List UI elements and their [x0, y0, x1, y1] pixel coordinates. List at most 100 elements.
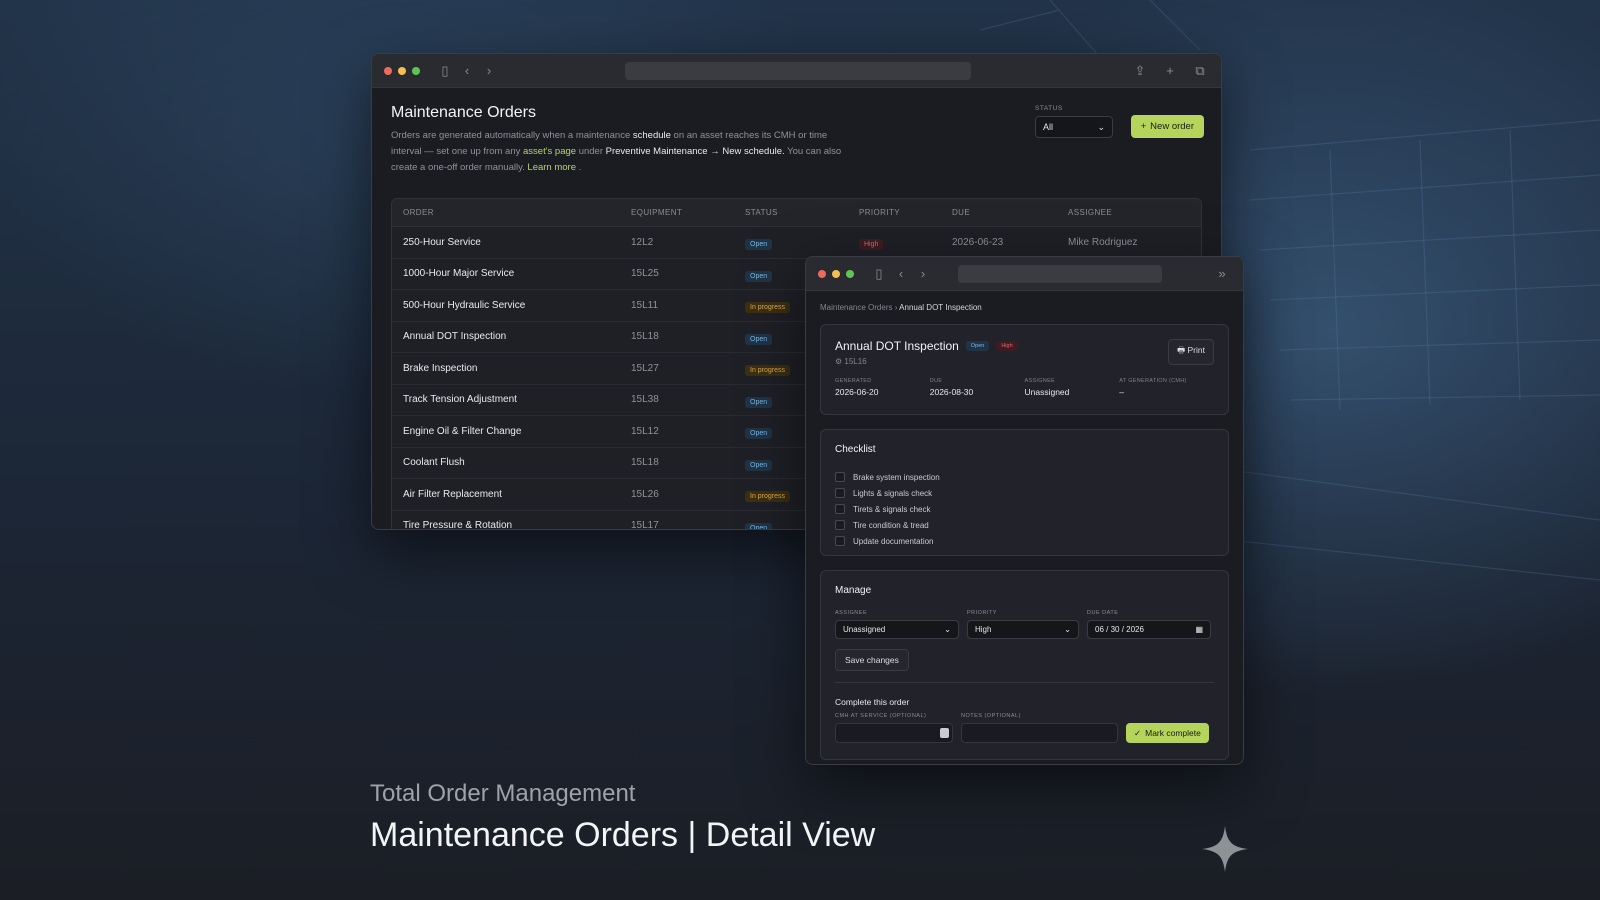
priority-badge: High	[996, 341, 1018, 351]
equipment-cell: 15L38	[631, 394, 659, 406]
plus-icon: +	[1140, 121, 1147, 132]
close-window-button[interactable]	[818, 269, 826, 278]
close-window-button[interactable]	[384, 66, 392, 75]
gear-icon: ⚙	[835, 357, 845, 366]
order-cell: 500-Hour Hydraulic Service	[403, 299, 526, 311]
new-tab-icon[interactable]: +	[1159, 63, 1181, 79]
maximize-window-button[interactable]	[412, 66, 420, 75]
detail-title: Annual DOT Inspection	[835, 339, 959, 353]
breadcrumb: Maintenance Orders › Annual DOT Inspecti…	[820, 303, 1229, 312]
order-cell: 250-Hour Service	[403, 236, 481, 248]
status-badge: In progress	[745, 365, 791, 377]
sidebar-toggle-icon[interactable]: ▯	[434, 63, 456, 79]
status-badge: Open	[745, 522, 773, 529]
minimize-window-button[interactable]	[832, 269, 840, 278]
sidebar-toggle-icon[interactable]: ▯	[868, 266, 890, 282]
checkbox[interactable]	[835, 536, 845, 546]
order-cell: Air Filter Replacement	[403, 488, 502, 500]
due-date-input[interactable]: 06 / 30 / 2026 ▦	[1087, 620, 1211, 639]
checklist-item-label: Tire condition & tread	[853, 520, 929, 530]
meta-assignee: ASSIGNEE Unassigned	[1024, 378, 1070, 397]
breadcrumb-parent-link[interactable]: Maintenance Orders	[820, 303, 892, 312]
assignee-field: ASSIGNEE Unassigned ⌄	[835, 610, 959, 639]
asset-page-link[interactable]: asset's page	[523, 146, 576, 157]
priority-cell: High	[859, 233, 952, 251]
equipment-cell: 15L27	[631, 362, 659, 374]
column-header-priority[interactable]: PRIORITY	[859, 208, 952, 217]
back-icon[interactable]: ‹	[890, 266, 912, 281]
checklist-item[interactable]: Brake system inspection	[835, 469, 1214, 485]
order-cell: Brake Inspection	[403, 362, 478, 374]
checklist-item-label: Lights & signals check	[853, 488, 933, 498]
priority-select[interactable]: High ⌄	[967, 620, 1079, 639]
forward-icon[interactable]: ›	[912, 266, 934, 281]
equipment-cell: 15L17	[631, 520, 659, 530]
order-cell: Tire Pressure & Rotation	[403, 520, 513, 530]
due-date-field: DUE DATE 06 / 30 / 2026 ▦	[1087, 610, 1211, 639]
status-badge: In progress	[745, 302, 791, 314]
detail-titlebar: ▯ ‹ › »	[806, 257, 1243, 291]
status-badge: Open	[745, 459, 773, 471]
maximize-window-button[interactable]	[846, 269, 854, 278]
checklist-card: Checklist Brake system inspection Lights …	[820, 429, 1229, 556]
chevron-down-icon: ⌄	[944, 625, 951, 634]
status-badge: Open	[745, 239, 773, 251]
status-badge: Open	[745, 270, 773, 282]
order-cell: Track Tension Adjustment	[403, 394, 517, 406]
back-icon[interactable]: ‹	[456, 63, 478, 78]
notes-input[interactable]	[961, 723, 1118, 743]
calendar-icon: ▦	[1195, 625, 1203, 634]
table-header: ORDER EQUIPMENT STATUS PRIORITY DUE ASSI…	[392, 199, 1201, 227]
equipment-cell: 12L2	[631, 236, 654, 248]
print-button[interactable]: 🖶 Print	[1168, 339, 1214, 365]
meta-due: DUE 2026-08-30	[929, 378, 974, 397]
meta-at-generation: AT GENERATION (CMH) –	[1119, 378, 1187, 397]
checklist-item-label: Update documentation	[853, 536, 934, 546]
printer-icon: 🖶	[1177, 345, 1188, 355]
column-header-status[interactable]: STATUS	[745, 208, 859, 217]
address-bar[interactable]	[625, 62, 971, 80]
order-cell: 1000-Hour Major Service	[403, 268, 515, 280]
checklist-item[interactable]: Lights & signals check	[835, 485, 1214, 501]
checkbox[interactable]	[835, 488, 845, 498]
column-header-due[interactable]: DUE	[952, 208, 1068, 217]
checklist-item[interactable]: Update documentation	[835, 533, 1214, 549]
column-header-order[interactable]: ORDER	[392, 208, 631, 217]
mark-complete-button[interactable]: ✓ Mark complete	[1126, 723, 1209, 743]
equipment-cell: 15L11	[631, 299, 659, 311]
checkbox[interactable]	[835, 520, 845, 530]
equipment-tag: ⚙ 15L16	[835, 357, 867, 366]
forward-icon[interactable]: ›	[478, 63, 500, 78]
notes-field: NOTES (OPTIONAL)	[961, 713, 1118, 743]
checkbox[interactable]	[835, 472, 845, 482]
breadcrumb-current: Annual DOT Inspection	[899, 303, 982, 312]
divider	[835, 682, 1214, 683]
equipment-cell: 15L12	[631, 425, 659, 437]
order-summary-card: Annual DOT Inspection Open High ⚙ 15L16 …	[820, 324, 1229, 415]
chevrons-right-icon[interactable]: »	[1211, 266, 1233, 281]
due-cell: 2026-06-23	[952, 236, 1004, 248]
tabs-overview-icon[interactable]: ⧉	[1189, 63, 1211, 79]
stepper-icon[interactable]	[940, 728, 949, 738]
checkbox[interactable]	[835, 504, 845, 514]
cmh-field: CMH AT SERVICE (OPTIONAL)	[835, 713, 953, 743]
cmh-input[interactable]	[835, 723, 953, 743]
complete-order-title: Complete this order	[835, 697, 910, 707]
status-select[interactable]: All ⌄	[1035, 116, 1113, 138]
new-order-button[interactable]: + New order	[1130, 115, 1204, 138]
checklist-item-label: Tirets & signals check	[853, 504, 931, 514]
save-changes-button[interactable]: Save changes	[835, 649, 909, 671]
column-header-equipment[interactable]: EQUIPMENT	[631, 208, 745, 217]
learn-more-link[interactable]: Learn more	[527, 162, 576, 173]
checklist-item[interactable]: Tire condition & tread	[835, 517, 1214, 533]
table-row[interactable]: 250-Hour Service 12L2 Open High 2026-06-23 Mi…	[392, 227, 1201, 259]
meta-generated: GENERATED 2026-06-20	[835, 378, 879, 397]
minimize-window-button[interactable]	[398, 66, 406, 75]
assignee-select[interactable]: Unassigned ⌄	[835, 620, 959, 639]
address-bar[interactable]	[958, 265, 1162, 283]
caption-title: Maintenance Orders | Detail View	[370, 816, 876, 854]
share-icon[interactable]: ⇪	[1129, 63, 1151, 79]
checklist-item[interactable]: Tirets & signals check	[835, 501, 1214, 517]
column-header-assignee[interactable]: ASSIGNEE	[1068, 208, 1112, 217]
status-badge: Open	[745, 396, 773, 408]
